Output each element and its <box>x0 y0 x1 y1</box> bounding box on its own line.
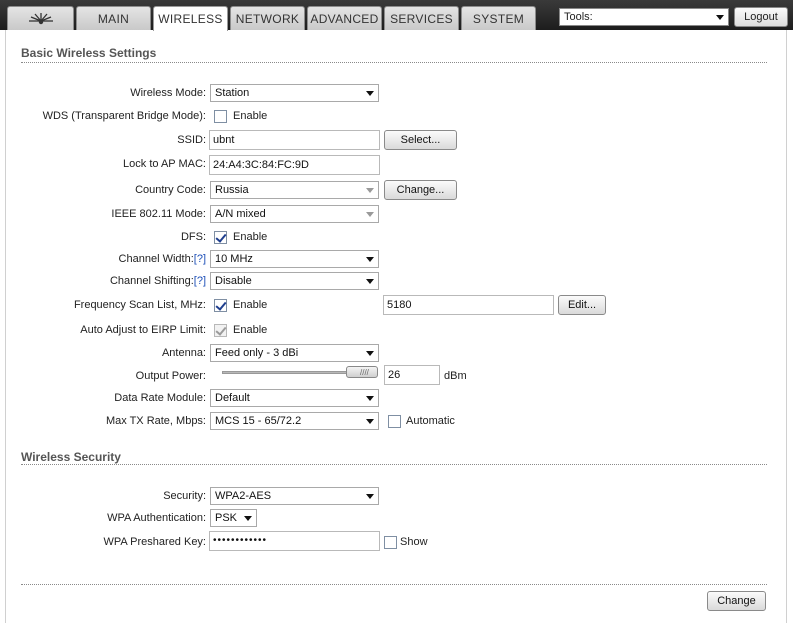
tab-system[interactable]: SYSTEM <box>461 6 536 30</box>
dfs-enable-label: Enable <box>233 231 268 243</box>
antenna-select[interactable]: Feed only - 3 dBi <box>210 344 379 362</box>
output-power-slider-handle[interactable]: //// <box>346 366 378 378</box>
antenna-label: Antenna: <box>161 347 206 359</box>
ieee-mode-value: A/N mixed <box>215 208 266 220</box>
channel-shifting-select[interactable]: Disable <box>210 272 379 290</box>
channel-width-help-link[interactable]: [?] <box>194 253 206 265</box>
lock-ap-mac-input[interactable]: 24:A4:3C:84:FC:9D <box>209 155 380 175</box>
tab-main[interactable]: MAIN <box>76 6 151 30</box>
ssid-input[interactable]: ubnt <box>209 130 380 150</box>
section-title-basic-wireless: Basic Wireless Settings <box>21 46 157 60</box>
wds-label: WDS (Transparent Bridge Mode): <box>42 110 206 122</box>
wireless-mode-select[interactable]: Station <box>210 84 379 102</box>
chevron-down-icon <box>366 212 374 217</box>
chevron-down-icon <box>366 188 374 193</box>
chevron-down-icon <box>366 419 374 424</box>
output-power-unit: dBm <box>444 370 467 382</box>
country-code-value: Russia <box>215 184 249 196</box>
max-tx-rate-label: Max TX Rate, Mbps: <box>105 415 206 427</box>
channel-width-label: Channel Width:[?] <box>119 252 206 266</box>
channel-shifting-help-link[interactable]: [?] <box>194 275 206 287</box>
data-rate-module-label: Data Rate Module: <box>114 392 206 404</box>
frequency-scan-label: Frequency Scan List, MHz: <box>73 299 206 311</box>
chevron-down-icon <box>366 91 374 96</box>
channel-shifting-label: Channel Shifting:[?] <box>110 274 206 288</box>
max-tx-automatic-checkbox[interactable] <box>388 415 401 428</box>
tab-wireless[interactable]: WIRELESS <box>153 6 228 31</box>
section-divider <box>21 62 767 63</box>
wpa-preshared-key-input[interactable]: •••••••••••• <box>209 531 380 551</box>
wpa-key-show-checkbox[interactable] <box>384 536 397 549</box>
tools-dropdown-value: Tools: <box>564 11 593 23</box>
wireless-mode-label: Wireless Mode: <box>130 87 206 99</box>
max-tx-rate-select[interactable]: MCS 15 - 65/72.2 <box>210 412 379 430</box>
auto-eirp-label: Auto Adjust to EIRP Limit: <box>80 324 206 336</box>
ssid-label: SSID: <box>177 134 206 146</box>
lock-ap-mac-label: Lock to AP MAC: <box>123 158 206 170</box>
security-select[interactable]: WPA2-AES <box>210 487 379 505</box>
data-rate-module-value: Default <box>215 392 250 404</box>
wpa-authentication-value: PSK <box>215 512 238 524</box>
chevron-down-icon <box>716 15 724 20</box>
tab-services[interactable]: SERVICES <box>384 6 459 30</box>
tab-logo[interactable] <box>7 6 74 30</box>
country-code-select: Russia <box>210 181 379 199</box>
channel-shifting-value: Disable <box>215 275 252 287</box>
wpa-authentication-select[interactable]: PSK <box>210 509 257 527</box>
channel-shifting-label-text: Channel Shifting: <box>109 275 194 287</box>
wpa-preshared-key-label: WPA Preshared Key: <box>103 536 206 548</box>
output-power-label: Output Power: <box>135 370 206 382</box>
chevron-down-icon <box>366 257 374 262</box>
dfs-enable-checkbox[interactable] <box>214 231 227 244</box>
section-divider <box>21 464 767 465</box>
frequency-scan-enable-checkbox[interactable] <box>214 299 227 312</box>
chevron-down-icon <box>244 516 252 521</box>
frequency-scan-edit-button[interactable]: Edit... <box>558 295 606 315</box>
max-tx-automatic-label: Automatic <box>406 415 455 427</box>
tab-network[interactable]: NETWORK <box>230 6 305 30</box>
chevron-down-icon <box>366 351 374 356</box>
tab-advanced[interactable]: ADVANCED <box>307 6 382 30</box>
chevron-down-icon <box>366 396 374 401</box>
channel-width-value: 10 MHz <box>215 253 253 265</box>
wds-enable-checkbox[interactable] <box>214 110 227 123</box>
chevron-down-icon <box>366 494 374 499</box>
channel-width-label-text: Channel Width: <box>118 253 194 265</box>
footer-divider <box>21 584 767 585</box>
dfs-label: DFS: <box>180 231 206 243</box>
wireless-mode-value: Station <box>215 87 250 99</box>
change-button[interactable]: Change <box>707 591 766 611</box>
logout-button[interactable]: Logout <box>734 7 788 27</box>
frequency-scan-input[interactable]: 5180 <box>383 295 554 315</box>
top-navigation-bar: MAIN WIRELESS NETWORK ADVANCED SERVICES … <box>0 0 793 31</box>
auto-eirp-enable-label: Enable <box>233 324 268 336</box>
section-title-wireless-security: Wireless Security <box>21 450 121 464</box>
ieee-mode-label: IEEE 802.11 Mode: <box>111 208 206 220</box>
channel-width-select[interactable]: 10 MHz <box>210 250 379 268</box>
wpa-authentication-label: WPA Authentication: <box>107 512 206 524</box>
frequency-scan-enable-label: Enable <box>233 299 268 311</box>
wds-enable-label: Enable <box>233 110 268 122</box>
security-value: WPA2-AES <box>215 490 272 502</box>
max-tx-rate-value: MCS 15 - 65/72.2 <box>215 415 302 427</box>
tools-dropdown[interactable]: Tools: <box>559 8 729 26</box>
auto-eirp-enable-checkbox <box>214 324 227 337</box>
country-code-label: Country Code: <box>135 184 206 196</box>
ubiquiti-logo-icon <box>28 13 53 25</box>
grip-icon: //// <box>360 368 369 377</box>
data-rate-module-select[interactable]: Default <box>210 389 379 407</box>
output-power-input[interactable]: 26 <box>384 365 440 385</box>
antenna-value: Feed only - 3 dBi <box>215 347 299 359</box>
country-change-button[interactable]: Change... <box>384 180 457 200</box>
security-label: Security: <box>163 490 206 502</box>
chevron-down-icon <box>366 279 374 284</box>
wpa-key-show-label: Show <box>400 536 428 548</box>
ieee-mode-select: A/N mixed <box>210 205 379 223</box>
ssid-select-button[interactable]: Select... <box>384 130 457 150</box>
